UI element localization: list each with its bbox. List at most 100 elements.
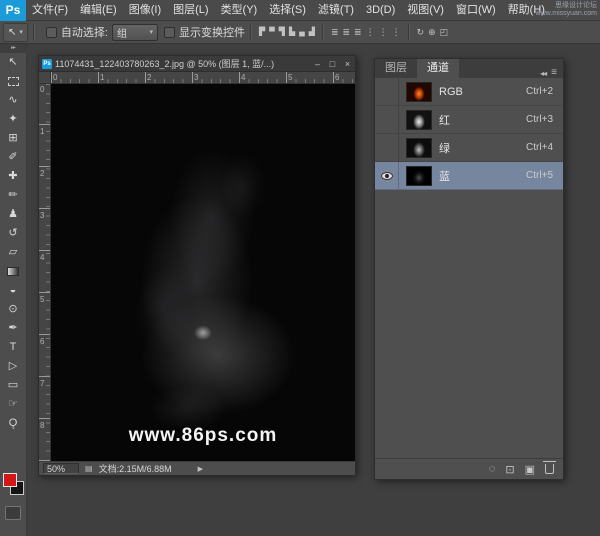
distribute-right-icon[interactable]: ⋮ — [392, 26, 401, 38]
dodge-tool[interactable]: ⊙ — [0, 300, 26, 319]
gradient-tool[interactable] — [0, 262, 26, 281]
tool-preset-picker[interactable]: ↖ ▾ — [3, 23, 28, 42]
channel-row-green[interactable]: 绿 Ctrl+4 — [375, 134, 563, 162]
visibility-toggle[interactable] — [375, 162, 399, 189]
distribute-top-icon[interactable]: ≣ — [331, 26, 339, 38]
channel-name: 蓝 — [439, 168, 526, 184]
canvas[interactable]: www.86ps.com — [51, 84, 355, 461]
3d-scale-icon[interactable]: ◰ — [440, 26, 449, 38]
distribute-bottom-icon[interactable]: ≣ — [354, 26, 362, 38]
menu-window[interactable]: 窗口(W) — [450, 0, 502, 21]
auto-select-checkbox[interactable] — [46, 27, 57, 38]
channels-panel: 图层 通道 ◂◂ ≡ RGB Ctrl+2 红 Ctrl+3 绿 Ctrl+4 … — [374, 58, 564, 480]
brush-tool[interactable]: ✏ — [0, 186, 26, 205]
lasso-tool[interactable]: ∿ — [0, 91, 26, 110]
menu-view[interactable]: 视图(V) — [401, 0, 450, 21]
toolbar-collapse-icon[interactable]: ▸▸ — [0, 44, 26, 53]
ruler-number: 8 — [40, 421, 44, 430]
move-tool[interactable]: ↖ — [0, 53, 26, 72]
menu-edit[interactable]: 编辑(E) — [74, 0, 123, 21]
healing-brush-tool[interactable]: ✚ — [0, 167, 26, 186]
vertical-ruler[interactable]: 0 1 2 3 4 5 6 7 8 — [39, 84, 51, 461]
align-vcenter-icon[interactable]: ▄ — [299, 26, 305, 38]
clone-stamp-tool[interactable]: ♟ — [0, 205, 26, 224]
align-bottom-icon[interactable]: ▟ — [309, 26, 315, 38]
menu-select[interactable]: 选择(S) — [263, 0, 312, 21]
document-title-bar[interactable]: Ps 11074431_122403780263_2.jpg @ 50% (图层… — [39, 56, 355, 72]
distribute-left-icon[interactable]: ⋮ — [366, 26, 375, 38]
distribute-hcenter-icon[interactable]: ⋮ — [379, 26, 388, 38]
3d-rotate-icon[interactable]: ↻ — [417, 26, 425, 38]
type-tool[interactable]: T — [0, 338, 26, 357]
channel-name: 红 — [439, 112, 526, 128]
delete-channel-icon[interactable] — [545, 464, 554, 474]
options-bar: ↖ ▾ 自动选择: 组 ▾ 显示变换控件 ▛ ▀ ▜ ▙ ▄ ▟ ≣ ≣ ≣ ⋮… — [0, 21, 600, 44]
zoom-tool[interactable]: Ǫ — [0, 414, 26, 433]
foreground-color-swatch[interactable] — [3, 473, 17, 487]
save-selection-icon[interactable]: ⊡ — [505, 463, 514, 476]
menu-layer[interactable]: 图层(L) — [167, 0, 214, 21]
pen-tool[interactable]: ✒ — [0, 319, 26, 338]
horizontal-ruler[interactable]: 0 1 2 3 4 5 6 — [51, 72, 355, 84]
menu-filter[interactable]: 滤镜(T) — [312, 0, 360, 21]
align-top-icon[interactable]: ▙ — [289, 26, 295, 38]
zoom-level-field[interactable]: 50% — [43, 463, 79, 474]
collapse-panel-icon[interactable]: ◂◂ — [540, 69, 546, 78]
minimize-button[interactable]: – — [310, 59, 325, 69]
quick-selection-tool[interactable]: ✦ — [0, 110, 26, 129]
menu-3d[interactable]: 3D(D) — [360, 0, 401, 21]
hand-tool[interactable]: ☞ — [0, 395, 26, 414]
channel-shortcut: Ctrl+4 — [526, 142, 553, 153]
channel-thumbnail — [406, 82, 432, 102]
new-channel-icon[interactable]: ▣ — [525, 463, 535, 476]
menu-type[interactable]: 类型(Y) — [215, 0, 264, 21]
history-brush-tool[interactable]: ↺ — [0, 224, 26, 243]
channel-thumbnail — [406, 110, 432, 130]
load-selection-icon[interactable]: ◌ — [489, 463, 496, 475]
ruler-number: 6 — [335, 73, 339, 82]
ruler-number: 0 — [53, 73, 57, 82]
eraser-tool[interactable]: ▱ — [0, 243, 26, 262]
scratch-sizes-icon: ▤ — [85, 464, 93, 473]
crop-tool[interactable]: ⊞ — [0, 129, 26, 148]
channel-row-red[interactable]: 红 Ctrl+3 — [375, 106, 563, 134]
restore-button[interactable]: □ — [325, 59, 340, 69]
site-watermark-line1: 思缘设计论坛 — [536, 2, 597, 10]
app-logo[interactable]: Ps — [0, 0, 26, 21]
eyedropper-tool[interactable]: ✐ — [0, 148, 26, 167]
channel-row-rgb[interactable]: RGB Ctrl+2 — [375, 78, 563, 106]
tab-layers[interactable]: 图层 — [375, 59, 417, 78]
document-size-info: 文档:2.15M/6.88M — [99, 462, 172, 475]
move-tool-icon: ↖ — [8, 27, 16, 38]
3d-pan-icon[interactable]: ⊕ — [428, 26, 436, 38]
channel-row-blue[interactable]: 蓝 Ctrl+5 — [375, 162, 563, 190]
channel-name: RGB — [439, 86, 526, 98]
shape-tool[interactable]: ▭ — [0, 376, 26, 395]
marquee-icon — [8, 77, 19, 86]
show-transform-checkbox[interactable] — [164, 27, 175, 38]
align-hcenter-icon[interactable]: ▀ — [269, 26, 275, 38]
align-right-icon[interactable]: ▜ — [279, 26, 285, 38]
visibility-toggle[interactable] — [375, 78, 399, 105]
rect-marquee-tool[interactable] — [0, 72, 26, 91]
distribute-vcenter-icon[interactable]: ≣ — [342, 26, 350, 38]
screen-mode-button[interactable] — [5, 506, 21, 520]
visibility-toggle[interactable] — [375, 106, 399, 133]
auto-select-label: 自动选择: — [61, 24, 108, 40]
close-button[interactable]: × — [340, 59, 355, 69]
panel-menu-icon[interactable]: ≡ — [551, 67, 556, 78]
canvas-watermark-text: www.86ps.com — [129, 425, 278, 447]
blur-tool[interactable]: ◒ — [0, 281, 26, 300]
auto-select-value: 组 — [117, 25, 127, 40]
menu-image[interactable]: 图像(I) — [123, 0, 167, 21]
status-flyout-icon[interactable]: ▶ — [198, 465, 203, 473]
menu-file[interactable]: 文件(F) — [26, 0, 74, 21]
channel-name: 绿 — [439, 140, 526, 156]
auto-select-dropdown[interactable]: 组 ▾ — [112, 24, 158, 41]
ruler-number: 1 — [100, 73, 104, 82]
align-left-icon[interactable]: ▛ — [259, 26, 265, 38]
panel-tab-bar: 图层 通道 ◂◂ ≡ — [375, 59, 563, 78]
path-selection-tool[interactable]: ▷ — [0, 357, 26, 376]
tab-channels[interactable]: 通道 — [417, 59, 459, 78]
visibility-toggle[interactable] — [375, 134, 399, 161]
